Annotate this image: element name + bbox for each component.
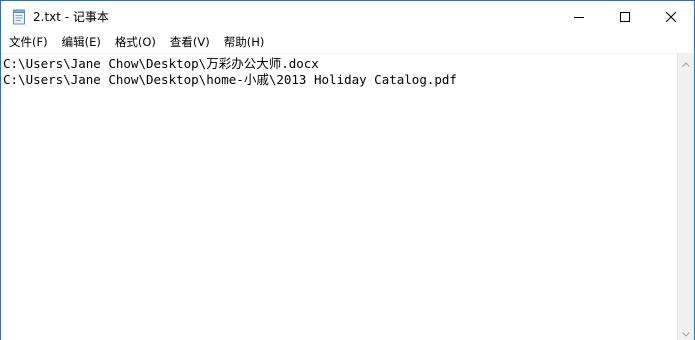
- minimize-button[interactable]: [556, 1, 602, 32]
- vertical-scrollbar[interactable]: [677, 53, 694, 340]
- menu-bar: 文件(F) 编辑(E) 格式(O) 查看(V) 帮助(H): [1, 32, 694, 52]
- close-icon: [666, 11, 676, 22]
- maximize-icon: [620, 11, 630, 22]
- chevron-up-icon: [682, 52, 690, 71]
- menu-file[interactable]: 文件(F): [1, 32, 55, 52]
- menu-format[interactable]: 格式(O): [108, 32, 163, 52]
- maximize-button[interactable]: [602, 1, 648, 32]
- title-bar[interactable]: 2.txt - 记事本: [1, 1, 694, 32]
- window-title: 2.txt - 记事本: [33, 10, 109, 24]
- minimize-icon: [574, 12, 584, 22]
- editor-line: C:\Users\Jane Chow\Desktop\home-小戚\2013 …: [3, 72, 457, 87]
- caption-buttons: [556, 1, 694, 32]
- close-button[interactable]: [648, 1, 694, 32]
- chevron-down-icon: [682, 322, 690, 340]
- notepad-window: 2.txt - 记事本 文件(F) 编辑(E) 格式(O) 查看(V) 帮助(H…: [0, 0, 695, 340]
- scroll-up-button[interactable]: [678, 53, 694, 70]
- notepad-icon[interactable]: [11, 9, 27, 25]
- menu-help[interactable]: 帮助(H): [217, 32, 272, 52]
- scroll-down-button[interactable]: [678, 323, 694, 340]
- editor-line: C:\Users\Jane Chow\Desktop\万彩办公大师.docx: [3, 56, 319, 71]
- text-editor[interactable]: C:\Users\Jane Chow\Desktop\万彩办公大师.docx C…: [1, 53, 678, 340]
- menu-edit[interactable]: 编辑(E): [55, 32, 108, 52]
- menu-view[interactable]: 查看(V): [163, 32, 217, 52]
